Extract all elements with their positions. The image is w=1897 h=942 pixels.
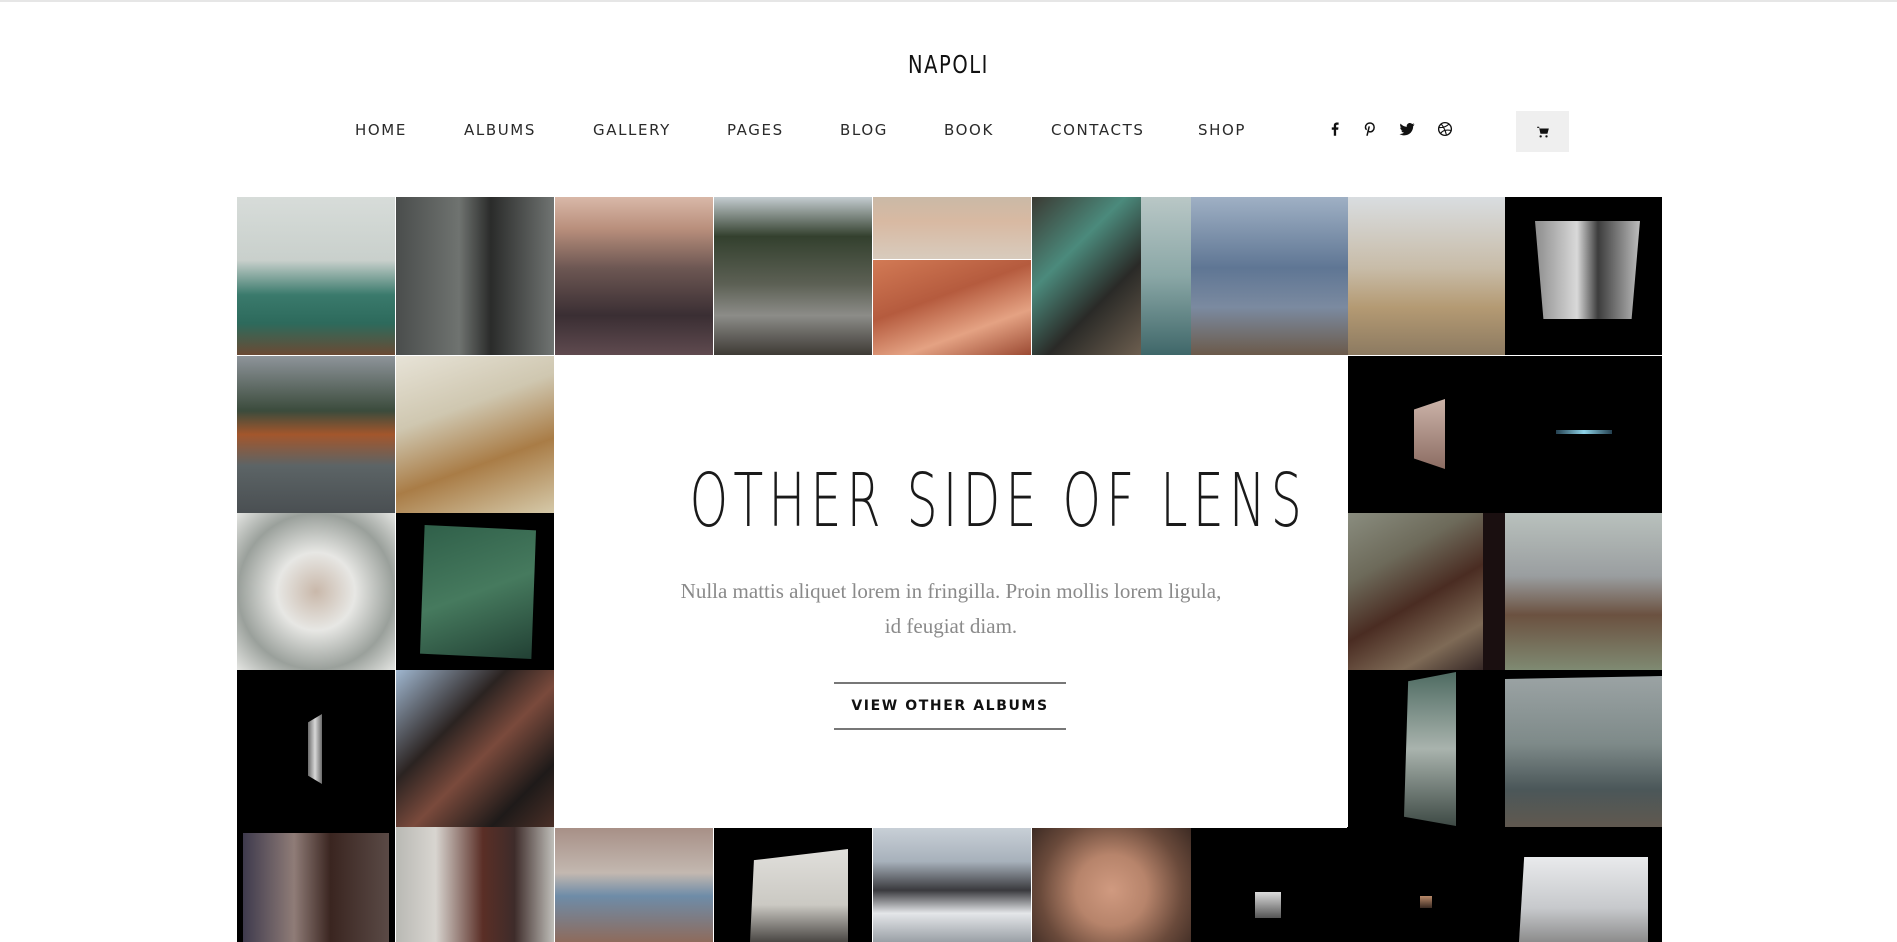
gallery-tile[interactable] (1348, 513, 1483, 670)
view-other-albums-button[interactable]: VIEW OTHER ALBUMS (834, 682, 1066, 730)
gallery-tile[interactable] (714, 197, 872, 355)
gallery-tile[interactable] (714, 827, 872, 942)
gallery-tile-sliver (1483, 513, 1505, 670)
tile-photo-inner (1414, 399, 1445, 469)
hero-panel: OTHER SIDE OF LENS Nulla mattis aliquet … (555, 356, 1347, 828)
gallery-tile[interactable] (1032, 827, 1191, 942)
tile-photo-inner (420, 525, 536, 659)
gallery-tile[interactable] (237, 513, 395, 670)
facebook-icon[interactable] (1324, 118, 1346, 140)
tile-photo-inner (308, 714, 322, 784)
tile-photo-inner (1255, 892, 1281, 918)
dribbble-icon[interactable] (1434, 118, 1456, 140)
nav-item-gallery[interactable]: GALLERY (593, 121, 671, 139)
nav-item-blog[interactable]: BLOG (840, 121, 888, 139)
gallery-tile[interactable] (1191, 197, 1348, 355)
pinterest-icon[interactable] (1359, 118, 1381, 140)
gallery-tile[interactable] (1348, 356, 1505, 513)
gallery-tile[interactable] (1141, 197, 1191, 355)
nav-item-shop[interactable]: SHOP (1198, 121, 1246, 139)
tile-photo-inner (1420, 896, 1432, 908)
tile-photo-inner (243, 833, 389, 942)
site-logo[interactable]: NAPOLI (209, 50, 1689, 79)
gallery-tile[interactable] (555, 827, 713, 942)
nav-item-contacts[interactable]: CONTACTS (1051, 121, 1144, 139)
gallery-tile[interactable] (396, 197, 554, 355)
cart-button[interactable] (1516, 111, 1569, 152)
gallery-tile[interactable] (1191, 827, 1348, 942)
tile-photo-inner (1404, 672, 1456, 826)
gallery-tile[interactable] (873, 197, 1031, 259)
nav-item-pages[interactable]: PAGES (727, 121, 784, 139)
tile-photo-inner (750, 849, 848, 942)
gallery-tile[interactable] (396, 513, 554, 670)
gallery-tile[interactable] (396, 356, 554, 513)
gallery-tile[interactable] (237, 827, 395, 942)
gallery-tile[interactable] (1348, 827, 1505, 942)
hero-subtitle: Nulla mattis aliquet lorem in fringilla.… (680, 579, 1222, 638)
tile-photo-inner (1556, 430, 1612, 434)
gallery-tile[interactable] (1505, 827, 1662, 942)
top-border (0, 0, 1897, 2)
gallery-tile[interactable] (396, 670, 554, 827)
gallery-tile[interactable] (1032, 197, 1141, 355)
gallery-tile[interactable] (237, 197, 395, 355)
gallery-tile[interactable] (873, 260, 1031, 355)
tile-photo-inner (1519, 857, 1648, 942)
gallery-tile[interactable] (396, 827, 554, 942)
tile-photo-inner (1535, 221, 1640, 319)
gallery-tile[interactable] (1348, 670, 1505, 827)
gallery-tile[interactable] (237, 356, 395, 513)
gallery-tile[interactable] (1348, 197, 1505, 355)
nav-item-home[interactable]: HOME (355, 121, 407, 139)
hero-title: OTHER SIDE OF LENS (689, 458, 1308, 544)
nav-item-albums[interactable]: ALBUMS (464, 121, 536, 139)
gallery-tile[interactable] (1505, 513, 1662, 670)
twitter-icon[interactable] (1396, 118, 1418, 140)
gallery-tile[interactable] (237, 670, 395, 827)
tile-photo-inner (1505, 676, 1662, 827)
gallery-tile[interactable] (555, 197, 713, 355)
nav-item-book[interactable]: BOOK (944, 121, 994, 139)
gallery-tile[interactable] (873, 827, 1031, 942)
cart-icon (1536, 126, 1549, 138)
gallery-tile[interactable] (1505, 197, 1662, 355)
gallery-tile[interactable] (1505, 670, 1662, 827)
gallery-tile[interactable] (1505, 356, 1662, 513)
